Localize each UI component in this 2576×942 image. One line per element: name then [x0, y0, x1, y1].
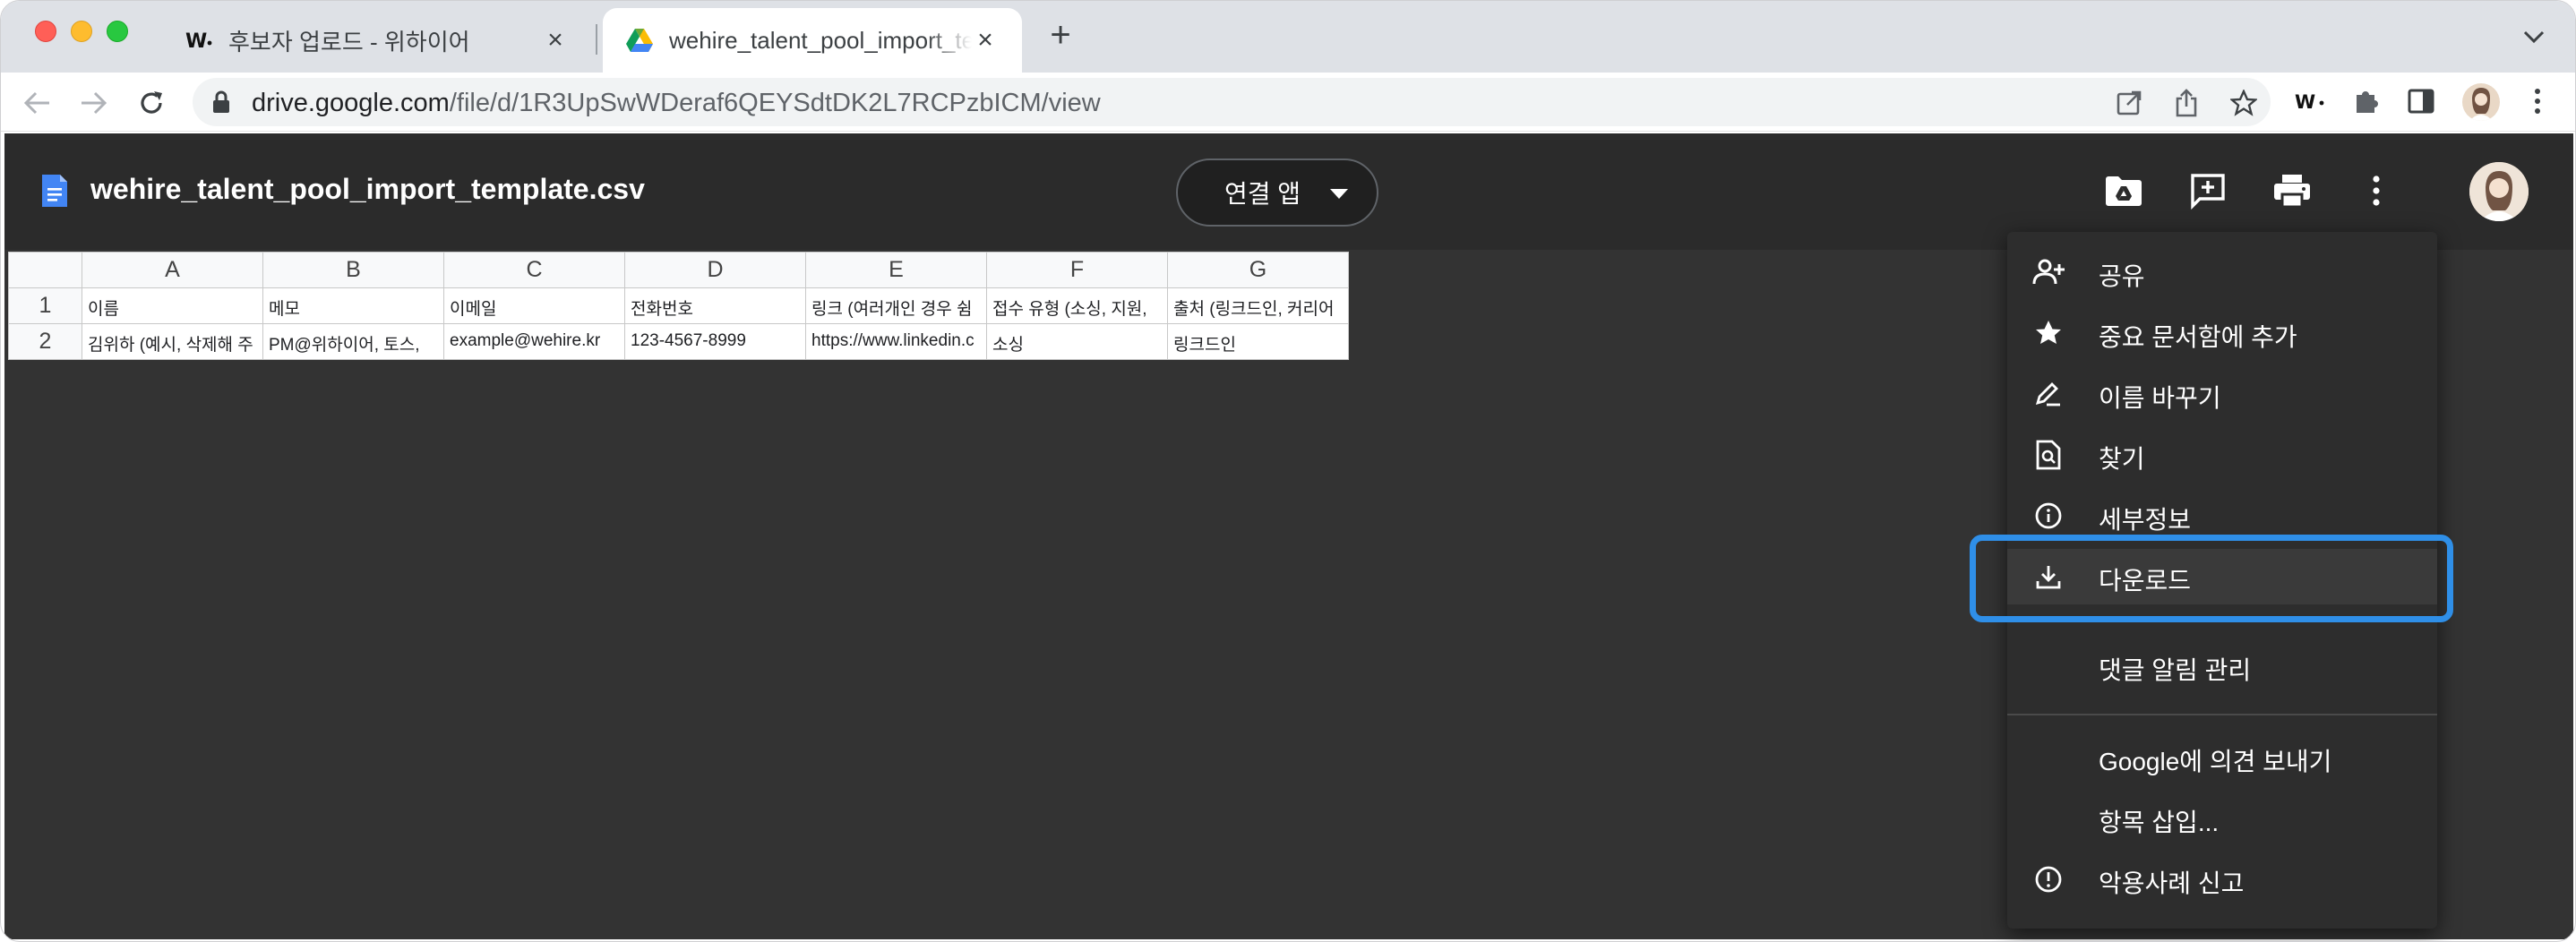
table-row: 2 김위하 (예시, 삭제해 주 PM@위하이어, 토스, example@we… — [8, 323, 1349, 360]
new-tab-icon[interactable]: + — [1042, 17, 1079, 55]
column-header: G — [1167, 252, 1349, 288]
open-with-button[interactable]: 연결 앱 — [1176, 158, 1378, 227]
table-cell: 접수 유형 (소싱, 지원, — [986, 287, 1168, 324]
column-header: B — [262, 252, 444, 288]
table-cell: 링크드인 — [1167, 323, 1349, 360]
zoom-window-button[interactable] — [107, 21, 128, 42]
add-to-drive-icon[interactable] — [2099, 166, 2149, 216]
rename-icon — [2031, 376, 2066, 412]
url-text[interactable]: drive.google.com/file/d/1R3UpSwWDeraf6QE… — [252, 89, 1101, 118]
menu-divider — [2007, 714, 2437, 715]
extensions-puzzle-icon[interactable] — [2348, 83, 2383, 119]
close-tab-icon[interactable]: × — [972, 25, 999, 55]
menu-item-label: 찾기 — [2099, 445, 2145, 473]
svg-text:W: W — [2295, 91, 2315, 112]
tab-separator — [596, 24, 597, 55]
star-icon — [2031, 315, 2066, 351]
menu-item-label: 댓글 알림 관리 — [2099, 656, 2252, 684]
sheet-corner — [8, 252, 82, 288]
table-cell: 메모 — [262, 287, 444, 324]
google-docs-file-icon — [40, 173, 69, 213]
menu-item-send-feedback[interactable]: Google에 의견 보내기 — [2007, 730, 2437, 785]
close-window-button[interactable] — [35, 21, 56, 42]
column-header: F — [986, 252, 1168, 288]
account-avatar[interactable] — [2469, 162, 2529, 221]
find-in-doc-icon — [2031, 437, 2066, 473]
table-cell: 김위하 (예시, 삭제해 주 — [82, 323, 263, 360]
column-header-row: A B C D E F G — [8, 252, 1349, 288]
chevron-down-icon[interactable] — [2518, 21, 2550, 53]
browser-window: W 후보자 업로드 - 위하이어 × wehire_talent_pool_im… — [0, 0, 2576, 942]
tab-title: wehire_talent_pool_import_template.csv — [669, 26, 972, 54]
open-with-label: 연결 앱 — [1224, 180, 1301, 208]
wehire-icon: W — [185, 27, 212, 54]
row-header: 2 — [8, 323, 82, 360]
minimize-window-button[interactable] — [71, 21, 92, 42]
menu-item-label: 항목 삽입... — [2099, 809, 2220, 836]
menu-item-comment-notifications[interactable]: 댓글 알림 관리 — [2007, 638, 2437, 694]
wehire-extension-icon[interactable]: W — [2292, 83, 2328, 119]
lock-icon[interactable] — [212, 90, 230, 118]
side-panel-icon[interactable] — [2403, 83, 2439, 119]
print-icon[interactable] — [2267, 166, 2317, 216]
menu-item-report-abuse[interactable]: 악용사례 신고 — [2007, 852, 2437, 907]
row-header: 1 — [8, 287, 82, 324]
table-row: 1 이름 메모 이메일 전화번호 링크 (여러개인 경우 쉼 접수 유형 (소싱… — [8, 287, 1349, 324]
column-header: E — [805, 252, 987, 288]
table-cell: 123-4567-8999 — [624, 323, 806, 360]
column-header: D — [624, 252, 806, 288]
report-icon — [2031, 861, 2066, 897]
svg-text:W: W — [185, 30, 207, 51]
chrome-menu-kebab-icon[interactable] — [2520, 83, 2555, 119]
table-cell: example@wehire.kr — [443, 323, 625, 360]
menu-item-find[interactable]: 찾기 — [2007, 427, 2437, 483]
menu-item-label: 세부정보 — [2099, 506, 2192, 534]
menu-item-add-starred[interactable]: 중요 문서함에 추가 — [2007, 305, 2437, 361]
table-cell: 전화번호 — [624, 287, 806, 324]
table-cell: 소싱 — [986, 323, 1168, 360]
back-arrow-icon[interactable] — [17, 83, 56, 123]
add-comment-icon[interactable] — [2183, 166, 2233, 216]
open-in-new-window-icon[interactable] — [2113, 87, 2145, 119]
table-cell: PM@위하이어, 토스, — [262, 323, 444, 360]
download-highlight-outline — [1970, 535, 2453, 622]
menu-item-label: 중요 문서함에 추가 — [2099, 323, 2297, 351]
menu-item-label: 악용사례 신고 — [2099, 869, 2245, 897]
menu-item-label: 이름 바꾸기 — [2099, 384, 2221, 412]
menu-item-share[interactable]: 공유 — [2007, 244, 2437, 300]
table-cell: 링크 (여러개인 경우 쉼 — [805, 287, 987, 324]
column-header: A — [82, 252, 263, 288]
table-cell: 출처 (링크드인, 커리어 — [1167, 287, 1349, 324]
reload-icon[interactable] — [132, 83, 171, 123]
column-header: C — [443, 252, 625, 288]
tab-strip: W 후보자 업로드 - 위하이어 × wehire_talent_pool_im… — [1, 1, 2575, 73]
google-drive-icon — [626, 27, 653, 54]
csv-preview-table: A B C D E F G 1 이름 메모 이메일 전화번호 링크 (여러개인 … — [8, 252, 1349, 360]
tab-title: 후보자 업로드 - 위하이어 — [228, 28, 470, 56]
tab-wehire-upload[interactable]: W 후보자 업로드 - 위하이어 × — [162, 8, 592, 73]
table-cell: 이메일 — [443, 287, 625, 324]
more-actions-kebab-icon[interactable] — [2351, 166, 2401, 216]
share-icon[interactable] — [2170, 87, 2202, 119]
menu-item-insert-item[interactable]: 항목 삽입... — [2007, 791, 2437, 846]
close-tab-icon[interactable]: × — [542, 25, 569, 55]
caret-down-icon — [1330, 189, 1348, 199]
profile-avatar[interactable] — [2462, 83, 2500, 121]
menu-item-label: Google에 의견 보내기 — [2099, 748, 2332, 775]
info-icon — [2031, 498, 2066, 534]
file-name: wehire_talent_pool_import_template.csv — [90, 173, 645, 205]
menu-item-label: 공유 — [2099, 262, 2145, 290]
table-cell: https://www.linkedin.c — [805, 323, 987, 360]
address-bar[interactable]: drive.google.com/file/d/1R3UpSwWDeraf6QE… — [193, 78, 2271, 126]
table-cell: 이름 — [82, 287, 263, 324]
bookmark-star-icon[interactable] — [2228, 87, 2260, 119]
forward-arrow-icon[interactable] — [74, 83, 114, 123]
browser-toolbar: drive.google.com/file/d/1R3UpSwWDeraf6QE… — [1, 73, 2575, 132]
menu-item-rename[interactable]: 이름 바꾸기 — [2007, 366, 2437, 422]
add-person-icon — [2031, 254, 2066, 290]
tab-drive-csv[interactable]: wehire_talent_pool_import_template.csv × — [603, 8, 1022, 73]
